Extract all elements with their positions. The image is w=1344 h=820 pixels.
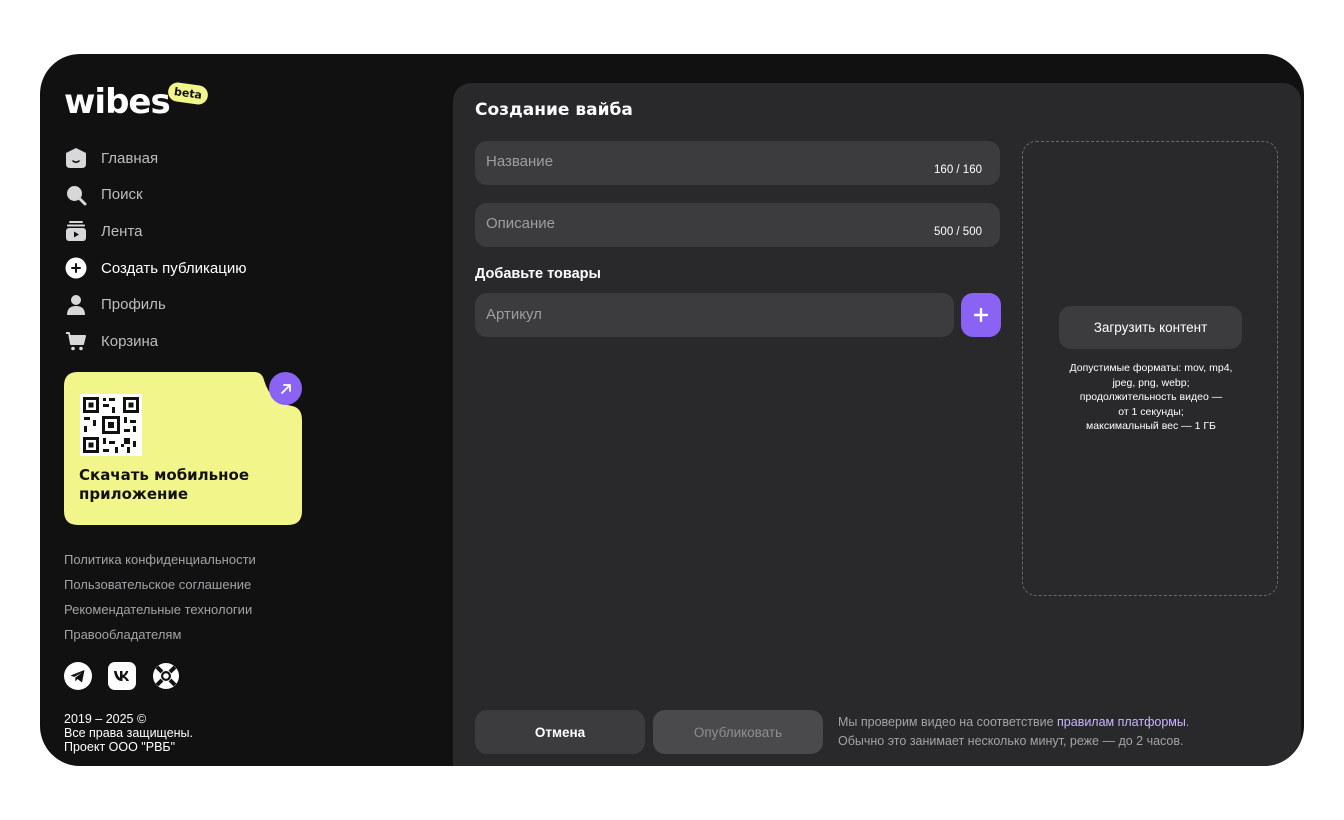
copyright-company: Проект ООО "РВБ" <box>64 740 176 754</box>
cart-icon <box>64 329 88 353</box>
upload-hint-line: jpeg, png, webp; <box>1112 376 1190 389</box>
upload-hint-line: Допустимые форматы: mov, mp4, <box>1069 362 1233 374</box>
sidebar-nav: Главная Поиск Лента Создать публикацию П… <box>64 140 246 360</box>
feed-icon <box>64 219 88 243</box>
note-suffix: . <box>1185 715 1190 729</box>
sidebar-item-create-post[interactable]: Создать публикацию <box>64 250 246 287</box>
sidebar-item-profile[interactable]: Профиль <box>64 286 246 323</box>
publish-button[interactable]: Опубликовать <box>653 710 823 754</box>
platform-rules-link[interactable]: правилам платформы <box>1057 715 1186 729</box>
download-app-card[interactable]: Скачать мобильное приложение <box>64 372 302 525</box>
description-field[interactable]: Описание 500 / 500 <box>475 203 1000 247</box>
upload-hint-line: от 1 секунды; <box>1118 405 1184 418</box>
wibes-logo[interactable]: wibes beta <box>64 81 214 122</box>
note-prefix: Мы проверим видео на соответствие <box>838 715 1058 729</box>
sidebar-item-label: Профиль <box>101 296 166 314</box>
upload-dropzone[interactable]: Загрузить контент Допустимые форматы: mo… <box>1022 141 1278 596</box>
moderation-note-line2: Обычно это занимает несколько минут, реж… <box>838 734 1184 748</box>
upload-hint-line: максимальный вес — 1 ГБ <box>1086 420 1216 432</box>
recommendation-tech-link[interactable]: Рекомендательные технологии <box>64 597 256 622</box>
beta-badge: beta <box>166 81 210 106</box>
moderation-note: Мы проверим видео на соответствие правил… <box>838 713 1189 751</box>
copyright: 2019 – 2025 © Все права защищены. Проект… <box>64 712 193 754</box>
copyright-rights: Все права защищены. <box>64 726 194 740</box>
description-char-counter: 500 / 500 <box>934 226 982 238</box>
copyright-years: 2019 – 2025 © <box>64 712 147 726</box>
sidebar-item-search[interactable]: Поиск <box>64 177 246 214</box>
rights-holders-link[interactable]: Правообладателям <box>64 622 256 647</box>
vk-icon[interactable] <box>108 662 136 690</box>
upload-requirements: Допустимые форматы: mov, mp4, jpeg, png,… <box>1033 361 1269 434</box>
title-char-counter: 160 / 160 <box>934 164 982 176</box>
search-icon <box>64 183 88 207</box>
create-vibe-panel: Создание вайба Название 160 / 160 Описан… <box>453 83 1301 766</box>
arrow-up-right-icon[interactable] <box>269 372 302 405</box>
download-app-text: Скачать мобильное приложение <box>79 466 249 503</box>
support-lifebuoy-icon[interactable] <box>152 662 180 690</box>
article-input[interactable]: Артикул <box>475 293 954 337</box>
title-placeholder: Название <box>486 153 554 170</box>
description-placeholder: Описание <box>486 215 556 232</box>
moderation-note-line1: Мы проверим видео на соответствие правил… <box>838 713 1189 732</box>
article-placeholder: Артикул <box>486 306 542 323</box>
qr-code <box>80 394 142 456</box>
cancel-button[interactable]: Отмена <box>475 710 645 754</box>
sidebar-item-label: Корзина <box>101 332 159 350</box>
logo-text: wibes <box>64 82 171 122</box>
sidebar-item-label: Лента <box>101 222 143 240</box>
home-icon <box>64 146 88 170</box>
social-links <box>64 662 180 690</box>
privacy-policy-link[interactable]: Политика конфиденциальности <box>64 547 256 572</box>
add-product-button[interactable] <box>961 293 1001 337</box>
sidebar-item-label: Создать публикацию <box>101 259 247 277</box>
telegram-icon[interactable] <box>64 662 92 690</box>
title-field[interactable]: Название 160 / 160 <box>475 141 1000 185</box>
sidebar-item-label: Главная <box>101 149 159 167</box>
profile-icon <box>64 293 88 317</box>
footer-links: Политика конфиденциальности Пользователь… <box>64 547 256 647</box>
page-title: Создание вайба <box>475 100 633 120</box>
upload-hint-line: продолжительность видео — <box>1079 391 1223 403</box>
sidebar-item-cart[interactable]: Корзина <box>64 323 246 360</box>
plus-icon <box>973 307 989 323</box>
sidebar-item-feed[interactable]: Лента <box>64 213 246 250</box>
sidebar-item-label: Поиск <box>101 186 143 204</box>
sidebar-item-home[interactable]: Главная <box>64 140 246 177</box>
app-window: wibes beta Главная Поиск Лента Создать п… <box>40 54 1304 766</box>
user-agreement-link[interactable]: Пользовательское соглашение <box>64 572 256 597</box>
plus-circle-icon <box>64 256 88 280</box>
upload-content-button[interactable]: Загрузить контент <box>1059 306 1242 349</box>
add-products-label: Добавьте товары <box>475 266 601 282</box>
